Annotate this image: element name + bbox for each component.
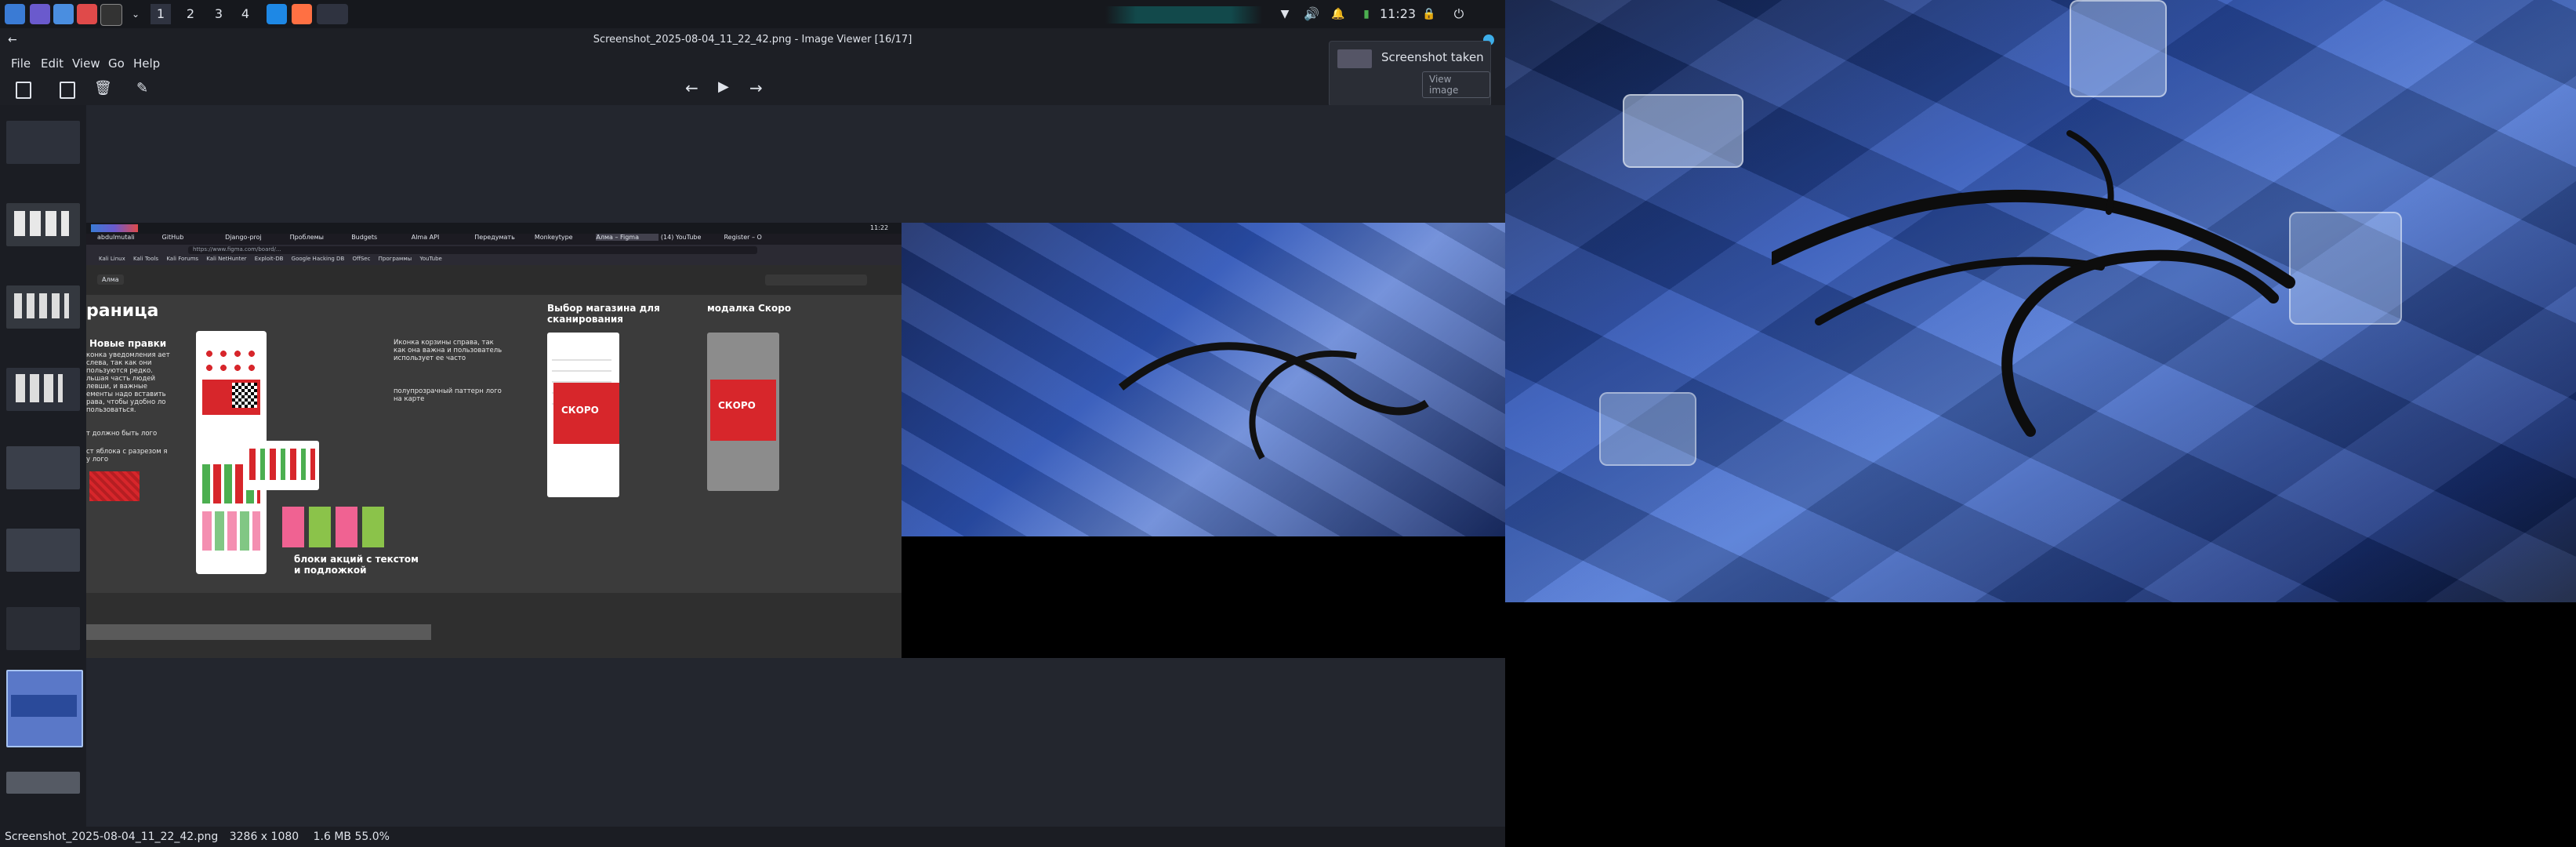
edit-pencil-icon[interactable]: ✎ (136, 80, 148, 96)
clock[interactable]: 11:23 (1380, 6, 1416, 21)
thumbnail[interactable] (6, 368, 80, 411)
statusbar: Screenshot_2025-08-04_11_22_42.png 3286 … (0, 827, 1505, 847)
menu-view[interactable]: View (72, 56, 100, 71)
glass-cube (2070, 0, 2167, 97)
image-viewer-canvas: 11:22 abdulmutali GitHub Django-proj Про… (86, 105, 1505, 827)
workspace-2[interactable]: 2 (180, 4, 201, 24)
thumbnail[interactable] (6, 446, 80, 489)
thumbnail[interactable] (6, 529, 80, 572)
left-monitor: ⌄ 1 2 3 4 ▼ 🔊 🔔 ▮ 11:23 🔒 ⏻ Screenshot_2… (0, 0, 1505, 847)
right-monitor-wallpaper (1505, 0, 2576, 602)
terminal-icon[interactable] (30, 4, 50, 24)
menu-go[interactable]: Go (108, 56, 125, 71)
inner-figma-toolbar: Алма (86, 265, 902, 295)
toast-title: Screenshot taken (1381, 50, 1484, 64)
chevron-down-icon[interactable]: ⌄ (125, 4, 146, 24)
thumbnail[interactable] (6, 607, 80, 650)
burp-icon[interactable] (292, 4, 312, 24)
files-icon[interactable] (53, 4, 74, 24)
menu-file[interactable]: File (11, 56, 31, 71)
inner-bookmarks: Kali Linux Kali Tools Kali Forums Kali N… (86, 256, 902, 265)
inner-browser-window: 11:22 abdulmutali GitHub Django-proj Про… (86, 223, 902, 658)
previous-arrow-icon[interactable]: ← (685, 78, 698, 97)
power-icon[interactable]: ⏻ (1449, 4, 1469, 24)
play-slideshow-icon[interactable]: ▶ (718, 78, 729, 95)
toast-thumbnail (1337, 49, 1372, 68)
thumbnail-strip (0, 105, 86, 827)
displayed-screenshot[interactable]: 11:22 abdulmutali GitHub Django-proj Про… (86, 223, 1505, 658)
kali-dragon-logo (1772, 130, 2295, 437)
kali-dragon-logo (1118, 342, 1429, 460)
inner-url-bar: https://www.figma.com/board/... (86, 245, 902, 256)
running-app-icon[interactable] (317, 4, 348, 24)
status-filename: Screenshot_2025-08-04_11_22_42.png (5, 831, 219, 843)
taskbar: ⌄ 1 2 3 4 ▼ 🔊 🔔 ▮ 11:23 🔒 ⏻ (0, 0, 1505, 28)
thumbnail[interactable] (6, 203, 80, 246)
thumbnail[interactable] (6, 121, 80, 164)
inner-clock: 11:22 (870, 224, 889, 231)
menu-help[interactable]: Help (133, 56, 160, 71)
save-icon[interactable] (16, 82, 31, 99)
screenshot-toast[interactable]: Screenshot taken View image (1329, 41, 1491, 107)
lock-icon[interactable]: 🔒 (1419, 4, 1439, 24)
next-arrow-icon[interactable]: → (749, 78, 763, 97)
window-titlebar: Screenshot_2025-08-04_11_22_42.png - Ima… (0, 28, 1505, 52)
thumbnail[interactable] (6, 772, 80, 794)
network-icon[interactable]: ▼ (1275, 4, 1295, 24)
inner-taskbar: 11:22 (86, 223, 902, 234)
workspace-4[interactable]: 4 (235, 4, 256, 24)
vscode-icon[interactable] (267, 4, 287, 24)
status-dimensions: 3286 x 1080 (229, 831, 299, 843)
menu-edit[interactable]: Edit (41, 56, 63, 71)
window-title: Screenshot_2025-08-04_11_22_42.png - Ima… (593, 34, 912, 45)
notification-bell-icon[interactable]: 🔔 (1328, 4, 1348, 24)
battery-icon[interactable]: ▮ (1356, 4, 1377, 24)
inner-tab-bar: abdulmutali GitHub Django-proj Проблемы … (86, 234, 902, 245)
glass-cube (1599, 392, 1696, 466)
kali-menu-icon[interactable] (5, 4, 25, 24)
volume-icon[interactable]: 🔊 (1301, 4, 1322, 24)
inner-wallpaper (902, 223, 1505, 536)
thumbnail[interactable] (6, 285, 80, 329)
workspace-3[interactable]: 3 (209, 4, 229, 24)
back-arrow-icon[interactable]: ← (8, 28, 17, 52)
inner-figma-canvas: раница Новые правки конка уведомления ае… (86, 295, 902, 593)
thumbnail-selected[interactable] (6, 670, 83, 747)
menubar: File Edit View Go Help (0, 52, 1505, 74)
view-image-button[interactable]: View image (1422, 71, 1490, 98)
editor-icon[interactable] (100, 4, 122, 26)
save-as-icon[interactable] (60, 82, 75, 99)
glass-cube (1623, 94, 1743, 168)
delete-icon[interactable]: 🗑 (94, 80, 112, 96)
cpu-graph (1105, 6, 1262, 24)
status-size-zoom: 1.6 MB 55.0% (313, 831, 390, 843)
unused-screen-area (1505, 602, 2576, 847)
workspace-1[interactable]: 1 (151, 4, 171, 24)
toolbar: 🗑 ✎ ← ▶ → (0, 74, 1505, 105)
browser-icon[interactable] (77, 4, 97, 24)
